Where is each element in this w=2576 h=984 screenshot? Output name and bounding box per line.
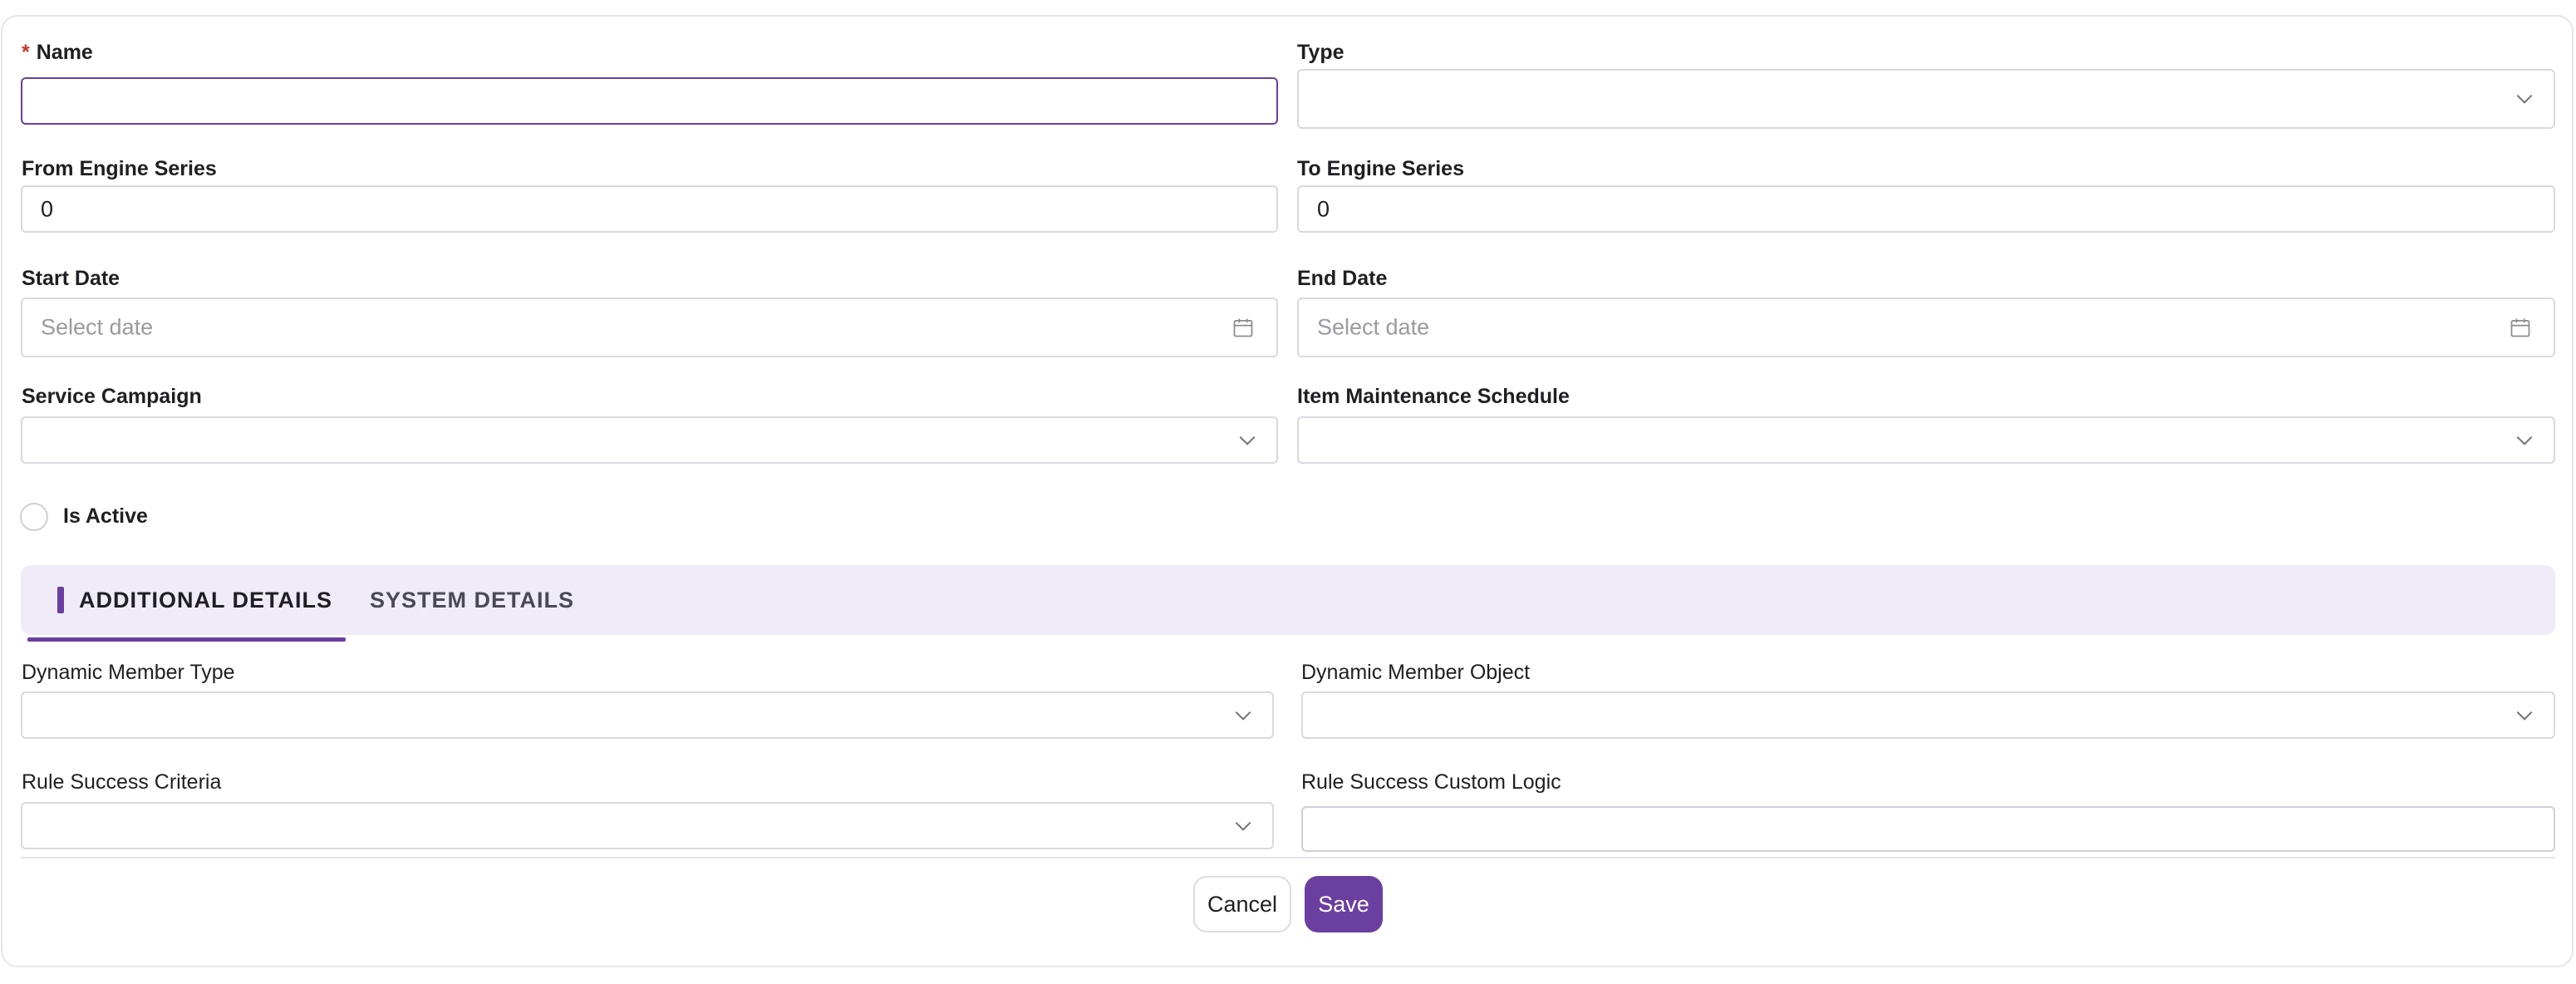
dynamic-member-object-select[interactable]: [1301, 691, 2555, 739]
rule-success-custom-logic-input[interactable]: [1301, 806, 2555, 852]
dynamic-member-type-label: Dynamic Member Type: [22, 661, 235, 684]
to-engine-series-value: 0: [1317, 196, 1330, 221]
tab-additional-details[interactable]: ADDITIONAL DETAILS: [27, 565, 346, 642]
chevron-down-icon: [1239, 435, 1256, 445]
type-select[interactable]: [1297, 69, 2555, 129]
from-engine-series-label: From Engine Series: [22, 157, 217, 180]
service-campaign-label: Service Campaign: [22, 385, 202, 408]
from-engine-series-input[interactable]: 0: [21, 185, 1278, 233]
to-engine-series-label: To Engine Series: [1297, 157, 1464, 180]
cancel-button[interactable]: Cancel: [1193, 876, 1291, 932]
end-date-label: End Date: [1297, 267, 1388, 290]
end-date-placeholder: Select date: [1317, 314, 1430, 340]
item-maintenance-schedule-label: Item Maintenance Schedule: [1297, 385, 1570, 408]
active-tab-marker: [57, 587, 64, 613]
active-tab-underline: [27, 637, 346, 642]
service-campaign-select[interactable]: [21, 416, 1278, 464]
rule-success-criteria-select[interactable]: [21, 802, 1274, 849]
tab-system-details[interactable]: SYSTEM DETAILS: [370, 565, 574, 635]
footer-divider: [21, 857, 2555, 859]
calendar-icon: [2510, 318, 2530, 337]
chevron-down-icon: [1235, 711, 1251, 721]
name-label: * Name: [22, 41, 93, 64]
rule-success-criteria-label: Rule Success Criteria: [22, 770, 222, 794]
chevron-down-icon: [2516, 435, 2533, 445]
start-date-placeholder: Select date: [41, 314, 154, 340]
start-date-label: Start Date: [22, 267, 120, 290]
is-active-label: Is Active: [63, 504, 148, 528]
dynamic-member-object-label: Dynamic Member Object: [1301, 661, 1531, 684]
type-label: Type: [1297, 41, 1345, 64]
is-active-checkbox[interactable]: [20, 503, 48, 531]
to-engine-series-input[interactable]: 0: [1297, 185, 2555, 233]
chevron-down-icon: [1235, 821, 1251, 831]
required-indicator: *: [22, 41, 30, 64]
save-button[interactable]: Save: [1305, 876, 1383, 932]
name-input[interactable]: [21, 77, 1278, 125]
chevron-down-icon: [2516, 711, 2533, 721]
rule-success-custom-logic-label: Rule Success Custom Logic: [1301, 770, 1561, 794]
details-tab-bar: ADDITIONAL DETAILS SYSTEM DETAILS: [21, 565, 2555, 642]
calendar-icon: [1233, 318, 1253, 337]
start-date-picker[interactable]: Select date: [21, 298, 1278, 357]
dynamic-member-type-select[interactable]: [21, 691, 1274, 739]
chevron-down-icon: [2516, 94, 2533, 104]
from-engine-series-value: 0: [41, 196, 54, 221]
end-date-picker[interactable]: Select date: [1297, 298, 2555, 357]
item-maintenance-schedule-select[interactable]: [1297, 416, 2555, 464]
